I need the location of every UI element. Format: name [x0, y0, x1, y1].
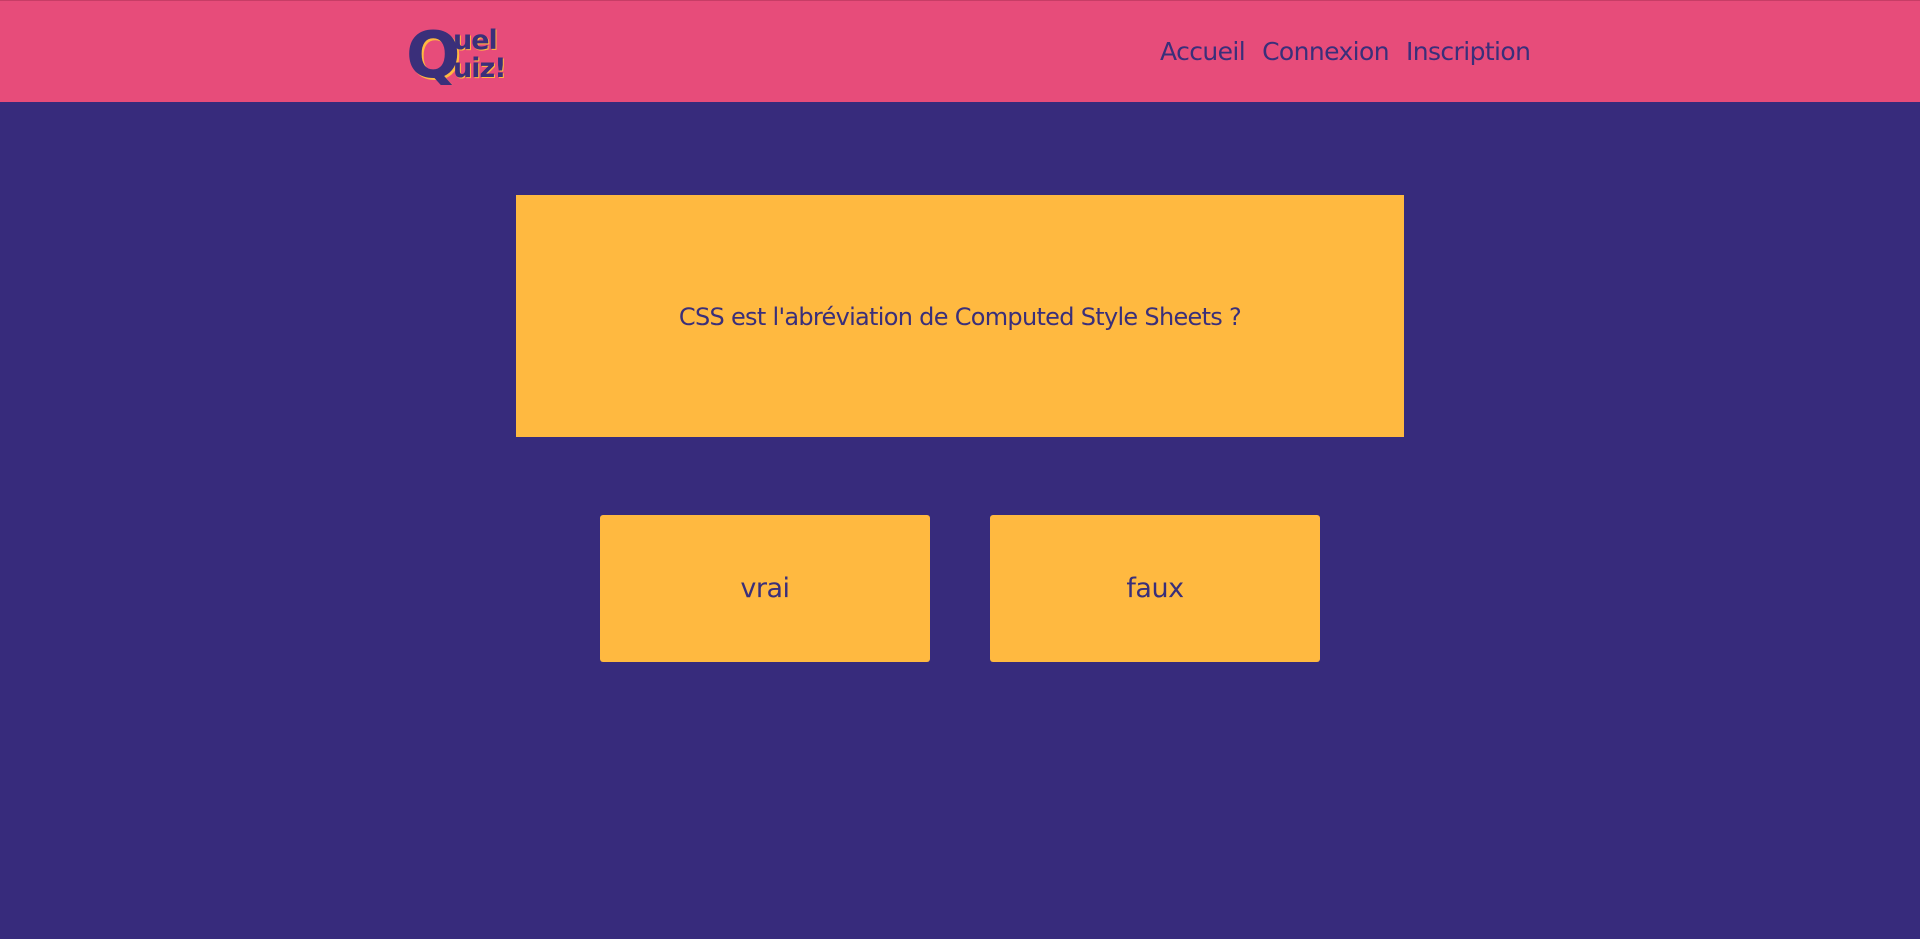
site-header: Q Q uel uel uiz! uiz! Accueil Connexion …: [0, 0, 1920, 102]
answer-button-faux[interactable]: faux: [990, 515, 1320, 662]
nav-link-accueil[interactable]: Accueil: [1160, 37, 1246, 66]
quelquiz-logo[interactable]: Q Q uel uel uiz! uiz!: [405, 19, 515, 85]
logo-uel: uel: [453, 25, 497, 56]
nav-link-inscription[interactable]: Inscription: [1406, 37, 1531, 66]
logo-uiz: uiz!: [453, 53, 506, 84]
question-text: CSS est l'abréviation de Computed Style …: [678, 302, 1242, 331]
question-card: CSS est l'abréviation de Computed Style …: [516, 195, 1404, 437]
answer-button-vrai[interactable]: vrai: [600, 515, 930, 662]
answer-label: faux: [1126, 573, 1184, 604]
nav-link-connexion[interactable]: Connexion: [1262, 37, 1389, 66]
main-nav: Accueil Connexion Inscription: [1160, 37, 1531, 66]
answer-label: vrai: [740, 573, 790, 604]
